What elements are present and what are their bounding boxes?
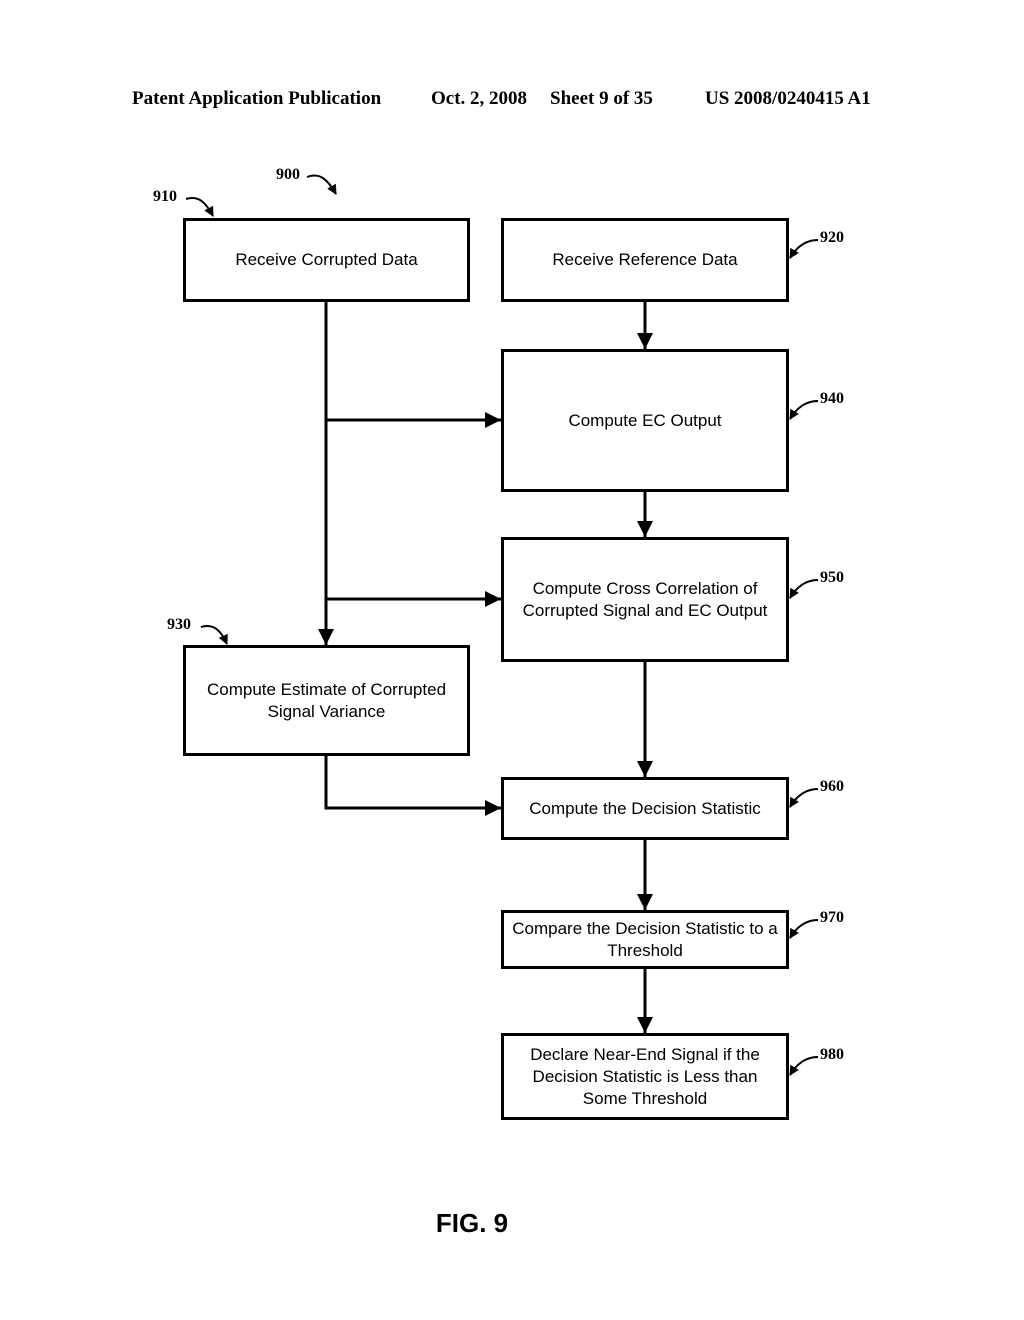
ref-930: 930 — [167, 616, 191, 633]
leader-arrow-900 — [306, 174, 337, 195]
node-910-receive-corrupted-data: Receive Corrupted Data — [183, 218, 470, 302]
leader-arrow-930 — [200, 625, 228, 645]
node-930-label: Compute Estimate of Corrupted Signal Var… — [206, 679, 447, 721]
leader-arrow-960 — [789, 788, 819, 808]
node-960-label: Compute the Decision Statistic — [529, 798, 761, 818]
ref-940: 940 — [820, 390, 844, 407]
ref-960: 960 — [820, 778, 844, 795]
leader-arrow-970 — [789, 919, 819, 939]
node-920-receive-reference-data: Receive Reference Data — [501, 218, 789, 302]
node-970-compare-to-threshold: Compare the Decision Statistic to a Thre… — [501, 910, 789, 969]
edge-930-960 — [324, 755, 501, 816]
node-960-compute-decision-statistic: Compute the Decision Statistic — [501, 777, 789, 840]
node-910-label: Receive Corrupted Data — [235, 250, 418, 269]
leader-arrow-950 — [789, 579, 819, 599]
leader-arrow-980 — [789, 1056, 819, 1076]
ref-950: 950 — [820, 569, 844, 586]
node-920-label: Receive Reference Data — [552, 250, 738, 269]
node-940-label: Compute EC Output — [568, 410, 722, 430]
node-980-label: Declare Near-End Signal if the Decision … — [530, 1044, 760, 1108]
ref-970: 970 — [820, 909, 844, 926]
ref-980: 980 — [820, 1046, 844, 1063]
node-930-compute-variance-estimate: Compute Estimate of Corrupted Signal Var… — [183, 645, 470, 756]
ref-910: 910 — [153, 188, 177, 205]
node-980-declare-near-end-signal: Declare Near-End Signal if the Decision … — [501, 1033, 789, 1120]
node-950-compute-cross-correlation: Compute Cross Correlation of Corrupted S… — [501, 537, 789, 662]
node-970-label: Compare the Decision Statistic to a Thre… — [512, 918, 778, 960]
node-940-compute-ec-output: Compute EC Output — [501, 349, 789, 492]
node-950-label: Compute Cross Correlation of Corrupted S… — [522, 578, 768, 620]
ref-920: 920 — [820, 229, 844, 246]
leader-arrow-920 — [789, 239, 819, 259]
ref-900: 900 — [276, 166, 300, 183]
leader-arrow-940 — [789, 400, 819, 420]
leader-arrow-910 — [185, 197, 214, 217]
figure-label: FIG. 9 — [435, 1208, 509, 1238]
